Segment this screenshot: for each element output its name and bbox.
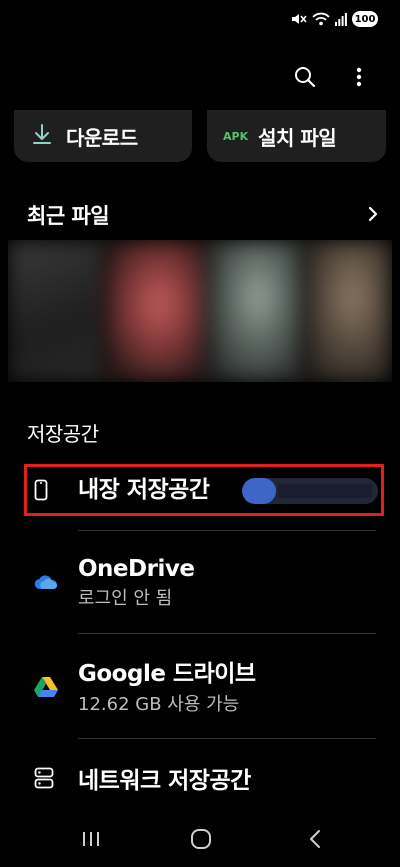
network-storage-icon	[34, 767, 54, 793]
network-storage-row[interactable]: 네트워크 저장공간	[26, 756, 378, 800]
divider	[78, 633, 376, 634]
recent-thumbnail[interactable]	[8, 240, 108, 382]
recent-files-strip	[8, 240, 392, 382]
google-drive-text: Google 드라이브 12.62 GB 사용 가능	[78, 654, 256, 716]
downloads-card[interactable]: 다운로드	[14, 110, 192, 162]
back-icon[interactable]	[300, 824, 330, 854]
recent-thumbnail[interactable]	[304, 240, 392, 382]
divider	[78, 738, 376, 739]
google-drive-title: Google 드라이브	[78, 661, 256, 687]
internal-storage-title: 내장 저장공간	[78, 477, 210, 503]
network-storage-title: 네트워크 저장공간	[78, 768, 251, 794]
wifi-icon	[312, 12, 330, 26]
google-drive-subtitle: 12.62 GB 사용 가능	[78, 694, 240, 715]
onedrive-icon	[34, 574, 58, 594]
internal-storage-text: 내장 저장공간	[78, 466, 210, 514]
status-bar: 100	[291, 8, 378, 30]
my-files-screen: 100 다운로드 APK 설치 파일 최근 파일 저장공간 내장 저장공간 On…	[0, 0, 400, 867]
divider	[78, 530, 376, 531]
more-vert-icon[interactable]	[346, 64, 372, 90]
app-bar-actions	[292, 64, 372, 90]
search-icon[interactable]	[292, 64, 318, 90]
phone-icon	[34, 479, 48, 505]
downloads-label: 다운로드	[66, 125, 138, 150]
recents-icon[interactable]	[76, 824, 106, 854]
usage-bar-redaction	[278, 484, 372, 498]
google-drive-row[interactable]: Google 드라이브 12.62 GB 사용 가능	[26, 650, 378, 720]
battery-indicator: 100	[352, 11, 378, 27]
internal-storage-usage-bar	[242, 478, 378, 504]
installation-files-card[interactable]: APK 설치 파일	[207, 110, 386, 162]
recent-thumbnail[interactable]	[208, 240, 308, 382]
onedrive-row[interactable]: OneDrive 로그인 안 됨	[26, 548, 378, 618]
download-icon	[32, 123, 52, 149]
home-icon[interactable]	[186, 824, 216, 854]
signal-icon	[335, 12, 347, 26]
usage-bar-fill	[242, 478, 276, 504]
google-drive-icon	[34, 676, 58, 701]
onedrive-title: OneDrive	[78, 556, 195, 582]
storage-section-title: 저장공간	[27, 422, 99, 446]
installation-files-label: 설치 파일	[258, 125, 337, 150]
chevron-right-icon[interactable]	[368, 206, 378, 226]
recent-files-title: 최근 파일	[27, 204, 110, 228]
onedrive-subtitle: 로그인 안 됨	[78, 588, 173, 609]
onedrive-text: OneDrive 로그인 안 됨	[78, 556, 195, 610]
apk-icon: APK	[223, 129, 249, 143]
network-storage-text: 네트워크 저장공간	[78, 761, 251, 795]
recent-thumbnail[interactable]	[104, 240, 214, 382]
mute-icon	[291, 12, 307, 26]
navigation-bar	[0, 812, 400, 867]
